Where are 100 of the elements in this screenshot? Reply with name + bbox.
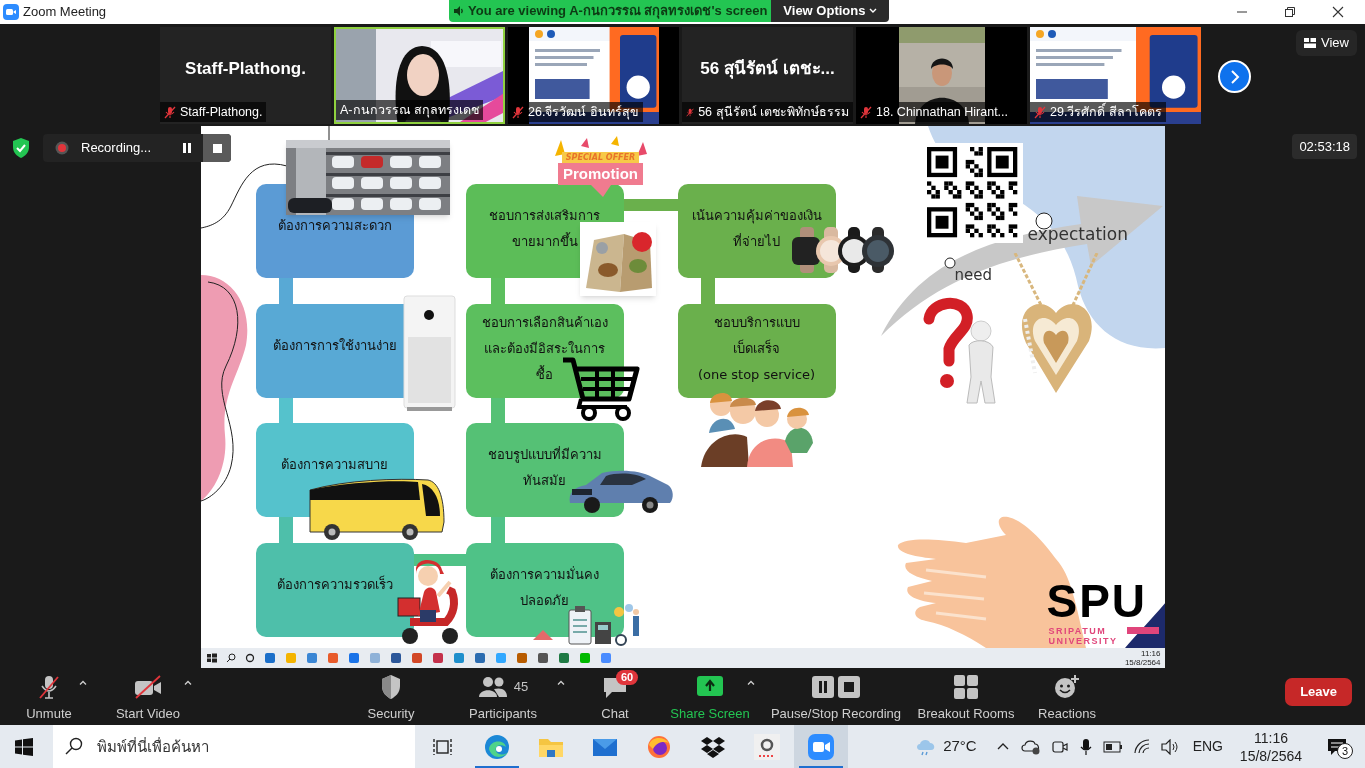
battery-icon — [1102, 740, 1123, 753]
participant-name: 18. Chinnathan Hirant... — [876, 103, 1009, 121]
wifi-icon — [1132, 738, 1151, 755]
windows-logo-icon — [206, 653, 217, 663]
window-title: Zoom Meeting — [23, 3, 107, 22]
clock-time: 11:16 — [1254, 728, 1288, 747]
search-icon — [65, 737, 83, 755]
volume-icon — [1160, 738, 1179, 755]
shop-app-icon — [754, 733, 780, 760]
box-text: ชอบการเลือกสินค้าเอง และต้องมีอิสระในการ ซื้อ — [481, 314, 608, 384]
participant-count: 45 — [513, 678, 529, 697]
shield-icon — [11, 137, 31, 159]
toolbar-button[interactable]: Unmute — [9, 670, 89, 724]
stop-button[interactable] — [203, 134, 231, 162]
toolbar-button[interactable]: Reactions — [1027, 670, 1107, 724]
participant-name: Staff-Plathong. — [180, 103, 263, 121]
app-icon[interactable] — [557, 652, 570, 664]
need-label: need — [954, 265, 992, 286]
zoom-logo-icon — [3, 4, 19, 20]
clock-date: 15/8/2564 — [1239, 746, 1303, 765]
leave-button[interactable]: Leave — [1285, 678, 1352, 706]
marker-circle-icon — [943, 257, 956, 269]
view-button[interactable]: View — [1296, 30, 1357, 56]
expectation-label: expectation — [1027, 223, 1128, 246]
app-icon[interactable] — [536, 652, 549, 664]
temperature: 27°C — [943, 736, 977, 757]
toolbar-button[interactable]: 60 Chat — [580, 670, 650, 724]
box-text: ชอบบริการแบบ เบ็ดเสร็จ (one stop service) — [697, 314, 816, 384]
chevron-down-icon — [869, 8, 878, 14]
app-icon[interactable] — [326, 652, 339, 664]
box-text: ต้องการความรวดเร็ว — [276, 574, 393, 594]
people-icon — [477, 675, 508, 699]
app-icon[interactable] — [599, 652, 612, 664]
next-page-button[interactable] — [1218, 60, 1251, 93]
offer-ribbon: SPECIAL OFFER — [561, 152, 640, 163]
app-icon[interactable] — [410, 652, 423, 664]
recording-label: Recording... — [81, 139, 152, 158]
record-dot-icon — [55, 141, 69, 155]
toolbar-button[interactable]: Start Video — [98, 670, 198, 724]
firefox-icon — [647, 734, 671, 759]
task-view-icon — [433, 737, 453, 756]
participant-tile[interactable]: 18. Chinnathan Hirant... — [856, 27, 1027, 124]
participant-display-name: Staff-Plathong. — [185, 57, 306, 80]
box-text: ต้องการความมั่นคง ปลอดภัย — [490, 565, 599, 610]
ribbon-tail-icon — [590, 185, 611, 197]
participant-tile[interactable]: A-กนกวรรณ สกุลทรงเดช — [334, 27, 505, 124]
dropbox-icon — [700, 735, 726, 758]
circle-icon — [244, 653, 255, 663]
pause-icon — [183, 143, 191, 153]
app-icon[interactable] — [389, 652, 402, 664]
clock-date: 15/8/2564 — [1124, 658, 1161, 667]
speaker-icon — [453, 5, 465, 17]
participant-tile[interactable]: 56 สุนีรัตน์ เตชะ... 56 สุนีรัตน์ เตชะพิทักษ์ธรรม — [682, 27, 853, 124]
box-text: ต้องการการใช้งานง่าย — [272, 337, 397, 355]
toolbar-button[interactable]: Breakout Rooms — [911, 670, 1021, 724]
chat-badge: 60 — [616, 670, 639, 685]
share-screen-icon — [697, 676, 723, 698]
box-text: ชอบการส่งเสริมการ ขายมากขึ้น — [489, 207, 600, 251]
box-text: เน้นความคุ้มค่าของเงิน ที่จ่ายไป — [691, 207, 822, 251]
participant-tile[interactable]: Staff-Plathong. Staff-Plathong. — [160, 27, 331, 124]
language-indicator[interactable]: ENG — [1192, 736, 1223, 757]
box-text: ต้องการความสะดวก — [277, 217, 392, 235]
app-icon[interactable] — [305, 652, 318, 664]
box-text: ต้องการความสบาย — [281, 456, 388, 474]
logo-bar — [1126, 627, 1159, 634]
toolbar-button[interactable]: 45 Participants — [453, 670, 553, 724]
muted-mic-icon — [37, 674, 61, 700]
notifications-button[interactable]: 3 — [1317, 725, 1357, 768]
view-options-button[interactable]: View Options — [771, 0, 890, 22]
toolbar-button[interactable]: Share Screen — [665, 670, 755, 724]
app-icon[interactable] — [473, 652, 486, 664]
video-camera-icon — [1050, 738, 1069, 755]
chevron-right-icon — [1229, 69, 1240, 84]
leader-line — [327, 126, 330, 140]
meeting-timer: 02:53:18 — [1292, 134, 1357, 159]
shield-icon — [380, 674, 402, 700]
participant-name: 29.วีรศักดิ์ สีลาโคตร — [1050, 102, 1162, 121]
toolbar-button[interactable]: Pause/Stop Recording — [761, 670, 911, 724]
participant-name: 56 สุนีรัตน์ เตชะพิทักษ์ธรรม — [698, 103, 849, 122]
participant-name: A-กนกวรรณ สกุลทรงเดช — [340, 101, 479, 120]
participant-tile[interactable]: 29.วีรศักดิ์ สีลาโคตร — [1030, 27, 1201, 124]
participant-tile[interactable]: 26.จีรวัฒน์ อินทร์สุข — [508, 27, 679, 124]
pause-stop-icon — [812, 675, 860, 699]
search-icon — [225, 653, 236, 663]
app-icon[interactable] — [431, 652, 444, 664]
app-icon[interactable] — [452, 652, 465, 664]
stop-icon — [212, 143, 222, 153]
search-field[interactable]: พิมพ์ที่นี่เพื่อค้นหา — [53, 725, 415, 768]
browser-swirl-icon — [484, 733, 510, 760]
app-icon[interactable] — [515, 652, 528, 664]
app-icon[interactable] — [263, 652, 276, 664]
cloud-icon — [1020, 738, 1041, 755]
video-camera-app-icon — [808, 733, 834, 760]
microphone-icon — [1078, 737, 1093, 756]
banner-text: You are viewing A-กนกวรรณ สกุลทรงเดช's screen — [468, 2, 768, 21]
participant-display-name: 56 สุนีรัตน์ เตชะ... — [700, 57, 835, 81]
participant-name: 26.จีรวัฒน์ อินทร์สุข — [528, 103, 639, 122]
clock-time: 11:16 — [1141, 649, 1161, 658]
toolbar-button[interactable]: Security — [351, 670, 431, 724]
app-icon[interactable] — [347, 652, 360, 664]
